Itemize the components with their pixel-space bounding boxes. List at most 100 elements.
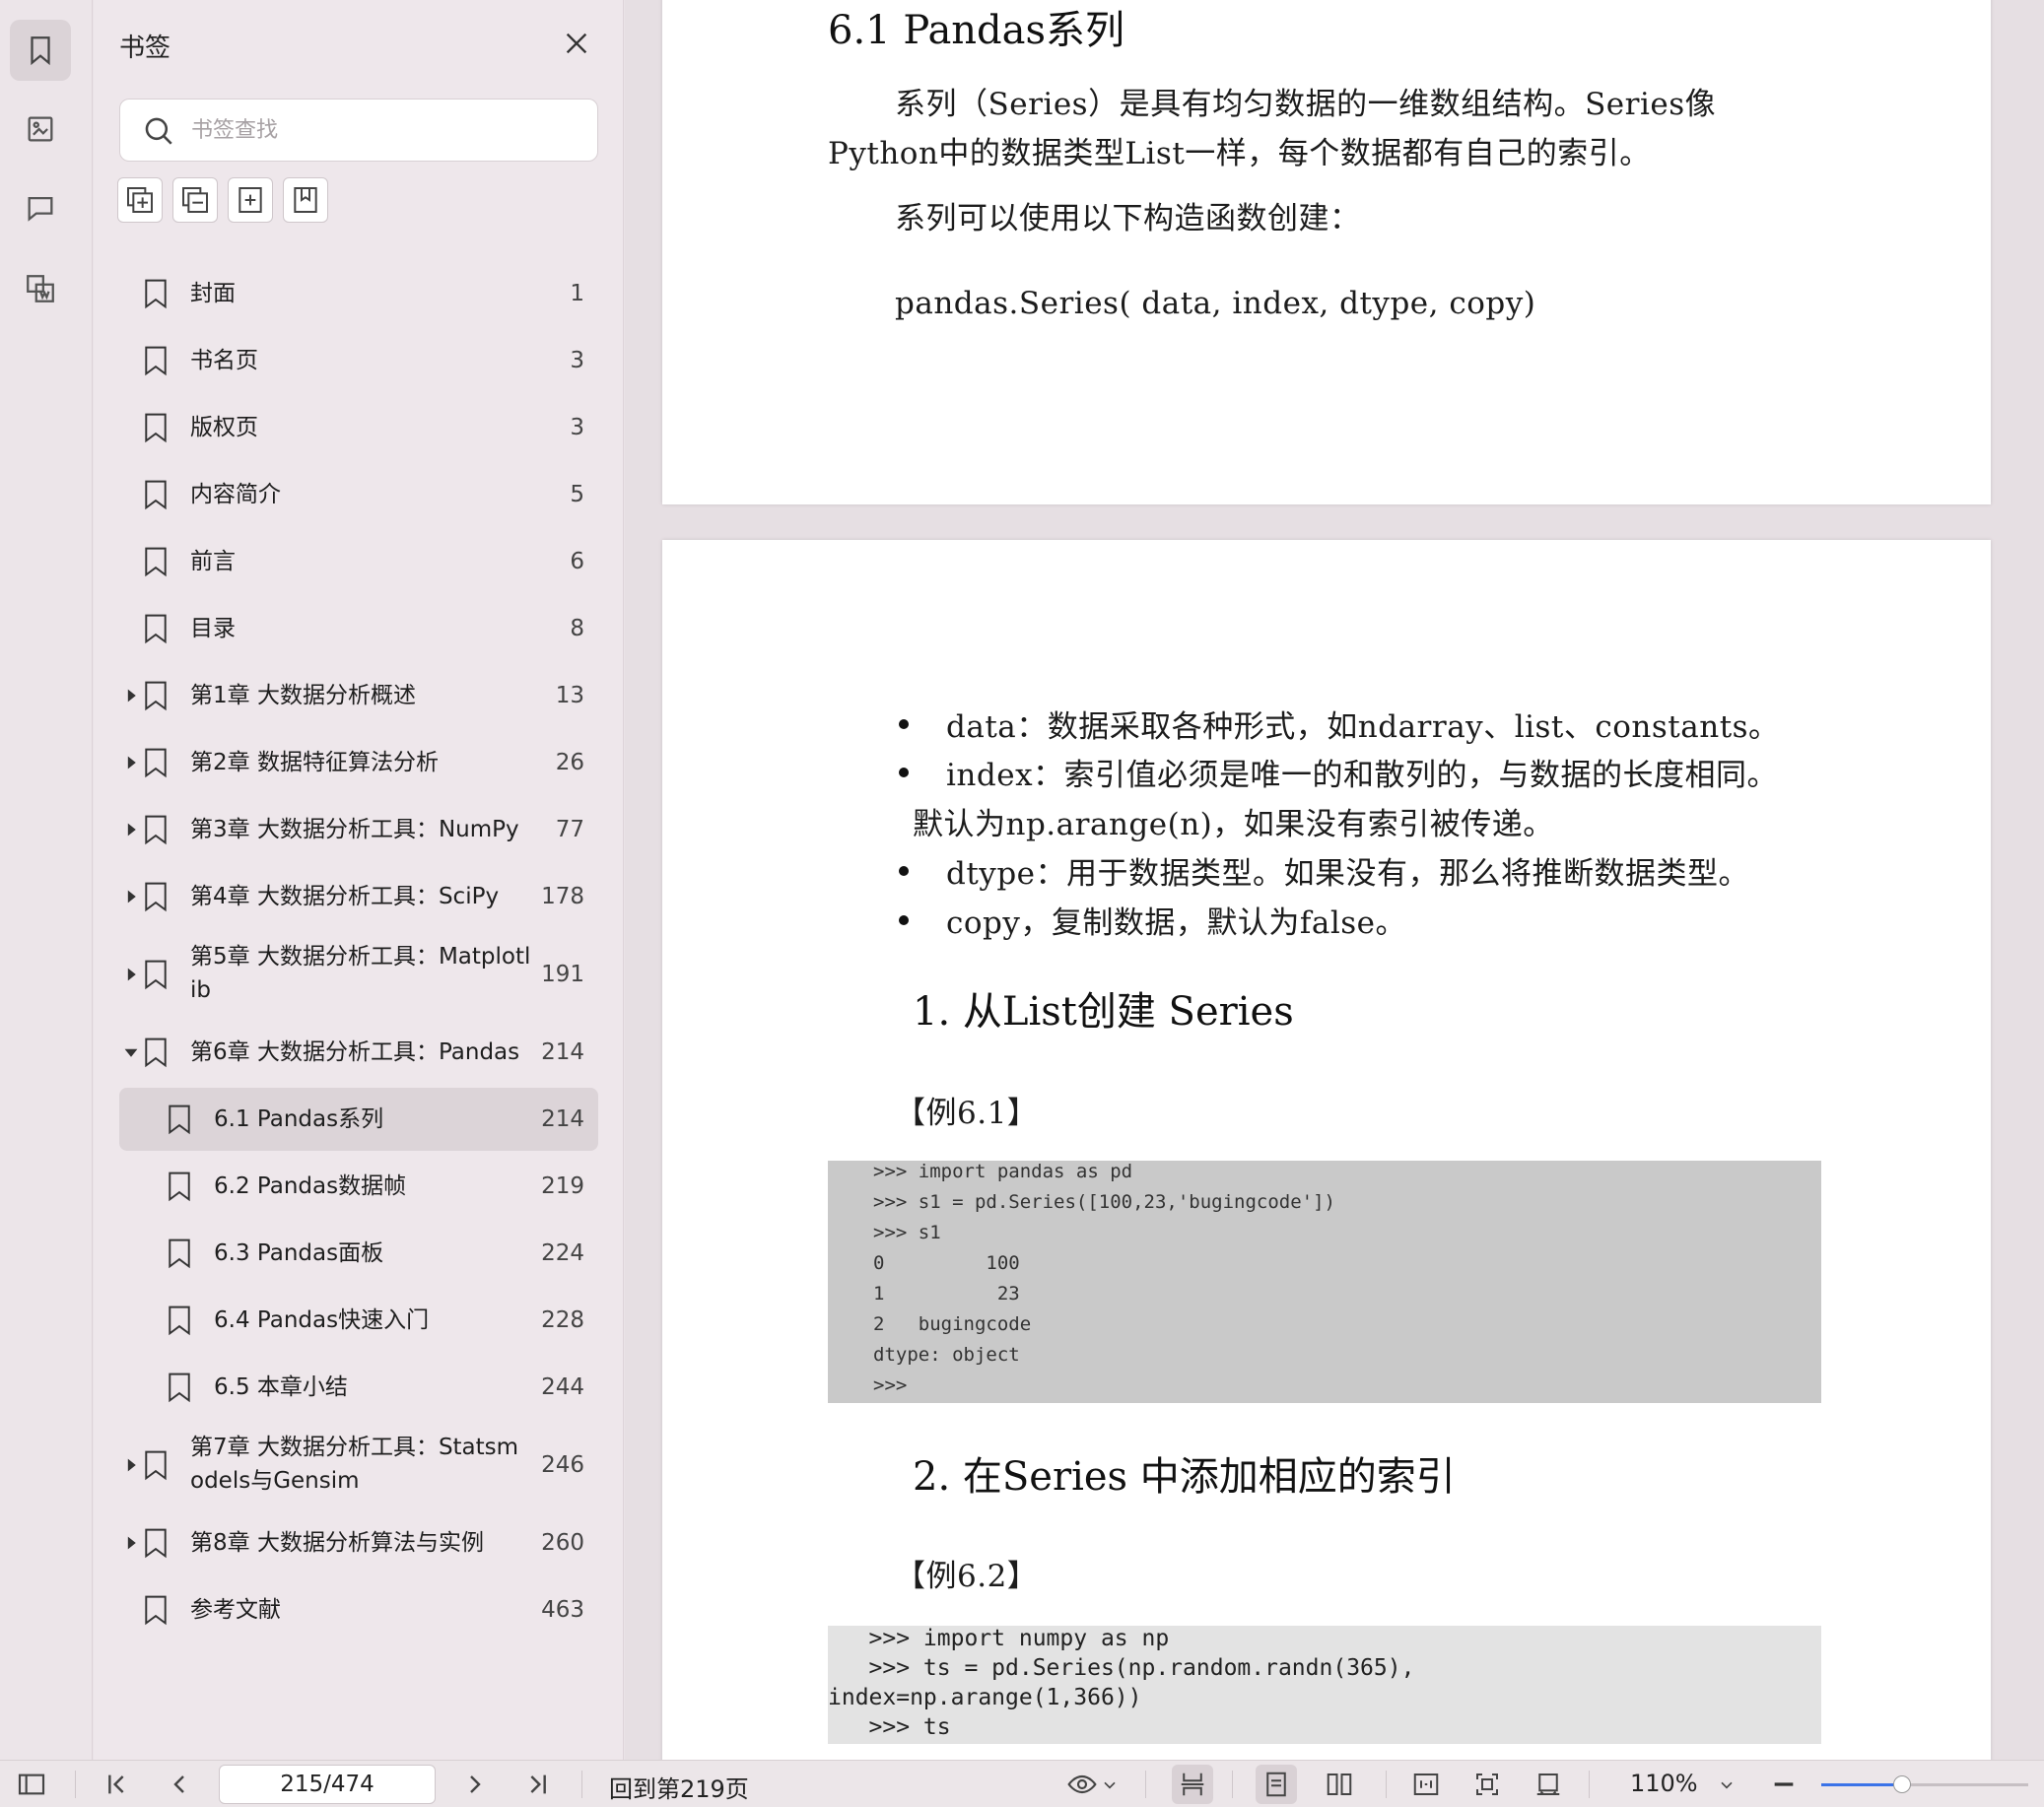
bookmark-item[interactable]: 6.1 Pandas系列 214 bbox=[119, 1088, 598, 1151]
bookmark-item[interactable]: 第8章 大数据分析算法与实例 260 bbox=[119, 1511, 598, 1574]
bookmark-item[interactable]: 目录 8 bbox=[119, 597, 598, 660]
code-line: dtype: object bbox=[873, 1344, 1020, 1366]
bookmark-item[interactable]: 6.4 Pandas快速入门 228 bbox=[119, 1289, 598, 1352]
bookmark-page-number: 26 bbox=[555, 750, 584, 775]
caret-right-icon[interactable] bbox=[123, 822, 139, 837]
bookmark-label: 第3章 大数据分析工具：NumPy bbox=[190, 813, 545, 846]
code-line: >>> s1 bbox=[873, 1222, 941, 1243]
insert-bookmark-icon bbox=[238, 187, 262, 213]
two-page-button[interactable] bbox=[1319, 1765, 1360, 1804]
bookmark-item[interactable]: 第3章 大数据分析工具：NumPy 77 bbox=[119, 798, 598, 861]
continuous-scroll-button[interactable] bbox=[1172, 1765, 1213, 1804]
chevron-down-icon[interactable] bbox=[1100, 1769, 1120, 1800]
bullet bbox=[899, 915, 909, 925]
caret-down-icon[interactable] bbox=[123, 1044, 139, 1060]
document-viewer[interactable]: 6.1 Pandas系列 系列（Series）是具有均匀数据的一维数组结构。Se… bbox=[625, 0, 2044, 1760]
thumbnail-icon[interactable] bbox=[10, 99, 71, 160]
bookmark-label-line: 第4章 大数据分析工具：SciPy bbox=[190, 884, 500, 909]
extract-icon[interactable] bbox=[10, 258, 71, 319]
section-heading: 6.1 Pandas系列 bbox=[828, 8, 1125, 53]
code-line: >>> bbox=[873, 1374, 908, 1396]
paragraph-line: Python中的数据类型List一样，每个数据都有自己的索引。 bbox=[828, 136, 1651, 171]
bookmark-label: 第8章 大数据分析算法与实例 bbox=[190, 1526, 545, 1560]
bookmark-item[interactable]: 第2章 数据特征算法分析 26 bbox=[119, 731, 598, 794]
comment-icon[interactable] bbox=[10, 177, 71, 238]
bookmark-item[interactable]: 6.3 Pandas面板 224 bbox=[119, 1222, 598, 1285]
previous-page-icon[interactable] bbox=[164, 1769, 195, 1800]
bookmark-page-number: 6 bbox=[570, 549, 584, 574]
bookmark-icon bbox=[141, 1593, 170, 1627]
fit-page-button[interactable] bbox=[1466, 1765, 1508, 1804]
bookmark-item[interactable]: 版权页 3 bbox=[119, 396, 598, 459]
sidebar-rail bbox=[0, 0, 93, 1760]
pdf-page: 6.1 Pandas系列 系列（Series）是具有均匀数据的一维数组结构。Se… bbox=[662, 0, 1991, 504]
go-back-to-page-link[interactable]: 回到第219页 bbox=[609, 1770, 749, 1804]
add-bookmark-button[interactable] bbox=[117, 177, 163, 223]
single-page-button[interactable] bbox=[1256, 1765, 1297, 1804]
caret-right-icon[interactable] bbox=[123, 688, 139, 703]
bookmark-page-number: 224 bbox=[541, 1240, 584, 1266]
bookmark-label: 参考文献 bbox=[190, 1593, 545, 1627]
caret-right-icon[interactable] bbox=[123, 967, 139, 982]
divider bbox=[581, 1771, 582, 1798]
bookmark-item[interactable]: 6.2 Pandas数据帧 219 bbox=[119, 1155, 598, 1218]
fit-width-button[interactable] bbox=[1405, 1765, 1447, 1804]
bookmark-item[interactable]: 6.5 本章小结 244 bbox=[119, 1356, 598, 1419]
zoom-out-icon[interactable] bbox=[1768, 1769, 1800, 1800]
bookmark-item[interactable]: 封面 1 bbox=[119, 262, 598, 325]
bookmark-icon bbox=[165, 1237, 194, 1270]
caret-right-icon[interactable] bbox=[123, 1457, 139, 1473]
bookmark-page-number: 5 bbox=[570, 482, 584, 507]
last-page-icon[interactable] bbox=[522, 1769, 554, 1800]
zoom-slider-thumb[interactable] bbox=[1893, 1775, 1911, 1793]
bookmark-item[interactable]: 第4章 大数据分析工具：SciPy 178 bbox=[119, 865, 598, 928]
bookmark-label: 第1章 大数据分析概述 bbox=[190, 679, 545, 712]
bookmark-icon bbox=[141, 411, 170, 444]
caret-right-icon[interactable] bbox=[123, 889, 139, 904]
bookmark-icon[interactable] bbox=[10, 20, 71, 81]
bookmark-panel: 书签 封面 1 书名页 3 版权页 3 内容简介 5 前言 6 目录 8 第1章 大数据分析概述 13 第2… bbox=[94, 0, 624, 1760]
bookmark-label-line: 前言 bbox=[190, 549, 236, 574]
toggle-sidebar-icon[interactable] bbox=[16, 1769, 47, 1800]
close-icon[interactable] bbox=[561, 28, 592, 59]
bookmark-icon bbox=[165, 1304, 194, 1337]
page-number-input[interactable] bbox=[219, 1765, 436, 1804]
continuous-scroll-icon bbox=[1181, 1773, 1204, 1796]
code-block: >>> import numpy as np >>> ts = pd.Serie… bbox=[828, 1626, 1821, 1744]
chevron-down-icon[interactable] bbox=[1717, 1769, 1737, 1800]
insert-bookmark-button[interactable] bbox=[228, 177, 273, 223]
rotate-button[interactable] bbox=[1528, 1765, 1569, 1804]
zoom-level[interactable]: 110% bbox=[1630, 1770, 1698, 1797]
search-input[interactable] bbox=[191, 109, 585, 151]
zoom-slider[interactable] bbox=[1821, 1783, 2028, 1786]
bookmark-label: 第7章 大数据分析工具：Statsm odels与Gensim bbox=[190, 1431, 545, 1498]
divider bbox=[1232, 1771, 1233, 1798]
panel-title: 书签 bbox=[119, 33, 171, 63]
first-page-icon[interactable] bbox=[101, 1769, 132, 1800]
bookmark-item[interactable]: 内容简介 5 bbox=[119, 463, 598, 526]
bookmark-label: 第2章 数据特征算法分析 bbox=[190, 746, 545, 779]
bookmark-item[interactable]: 前言 6 bbox=[119, 530, 598, 593]
divider bbox=[75, 1771, 76, 1798]
bookmark-label: 目录 bbox=[190, 612, 545, 645]
next-page-icon[interactable] bbox=[459, 1769, 491, 1800]
bookmark-label-line: 第6章 大数据分析工具：Pandas bbox=[190, 1039, 520, 1065]
bookmark-page-number: 246 bbox=[541, 1452, 584, 1478]
bookmark-item[interactable]: 第1章 大数据分析概述 13 bbox=[119, 664, 598, 727]
bookmark-item[interactable]: 参考文献 463 bbox=[119, 1578, 598, 1641]
caret-right-icon[interactable] bbox=[123, 755, 139, 770]
bookmark-label-line: 目录 bbox=[190, 616, 236, 641]
bookmark-item[interactable]: 书名页 3 bbox=[119, 329, 598, 392]
status-bar: 回到第219页 110% bbox=[0, 1760, 2044, 1807]
eye-icon[interactable] bbox=[1064, 1769, 1100, 1800]
two-page-icon bbox=[1327, 1774, 1352, 1795]
collapse-bookmark-button[interactable] bbox=[172, 177, 218, 223]
bookmark-icon bbox=[141, 1448, 170, 1482]
bookmark-label-line: 版权页 bbox=[190, 415, 258, 440]
caret-right-icon[interactable] bbox=[123, 1535, 139, 1551]
bookmark-item[interactable]: 第7章 大数据分析工具：Statsm odels与Gensim 246 bbox=[119, 1423, 598, 1507]
bookmark-item[interactable]: 第5章 大数据分析工具：Matplotl ib 191 bbox=[119, 932, 598, 1017]
ribbon-bookmark-button[interactable] bbox=[283, 177, 328, 223]
code-line: >>> ts bbox=[828, 1714, 951, 1740]
bookmark-item[interactable]: 第6章 大数据分析工具：Pandas 214 bbox=[119, 1021, 598, 1084]
